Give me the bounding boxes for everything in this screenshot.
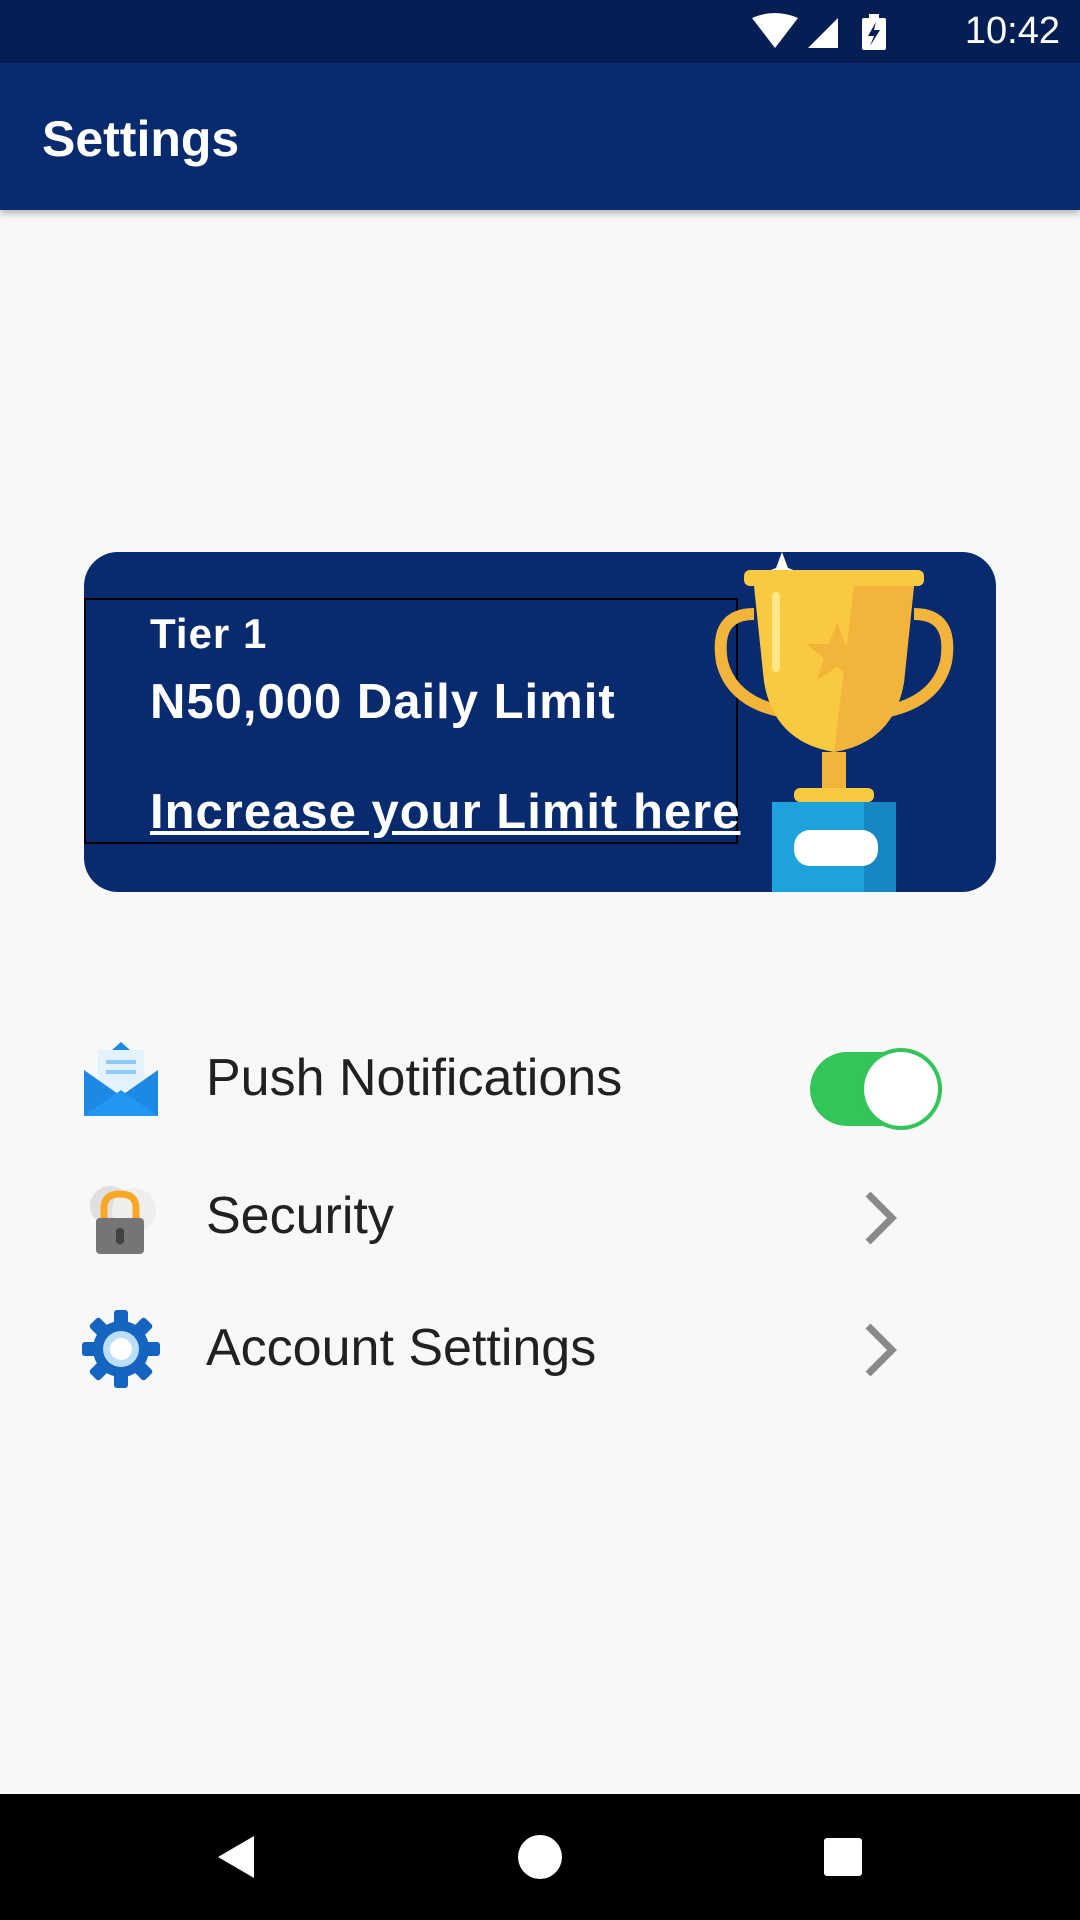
recents-icon[interactable] bbox=[818, 1832, 868, 1882]
wifi-icon bbox=[752, 13, 798, 48]
daily-limit-label: N50,000 Daily Limit bbox=[150, 675, 616, 729]
lock-cloud-icon bbox=[90, 1186, 156, 1254]
tier-banner[interactable]: Tier 1 N50,000 Daily Limit Increase your… bbox=[84, 552, 996, 892]
settings-row-security[interactable]: Security bbox=[0, 1158, 1080, 1268]
page-title: Settings bbox=[42, 111, 240, 167]
trophy-icon bbox=[714, 552, 954, 892]
app-bar: Settings bbox=[0, 63, 1080, 210]
push-notifications-toggle[interactable] bbox=[810, 1048, 942, 1130]
push-notifications-label: Push Notifications bbox=[206, 1049, 623, 1107]
increase-limit-link[interactable]: Increase your Limit here bbox=[150, 784, 740, 840]
settings-row-push-notifications[interactable]: Push Notifications bbox=[0, 1020, 1080, 1130]
security-label: Security bbox=[206, 1187, 394, 1245]
status-time: 10:42 bbox=[964, 10, 1060, 52]
tier-label: Tier 1 bbox=[150, 610, 268, 657]
navigation-bar bbox=[0, 1794, 1080, 1920]
status-bar: 10:42 bbox=[0, 0, 1080, 63]
battery-charging-icon bbox=[862, 14, 886, 50]
envelope-icon bbox=[84, 1042, 158, 1116]
toggle-knob bbox=[864, 1052, 938, 1126]
gear-icon bbox=[82, 1310, 160, 1388]
status-icons bbox=[752, 13, 886, 50]
chevron-right-icon[interactable] bbox=[860, 1188, 900, 1248]
settings-row-account-settings[interactable]: Account Settings bbox=[0, 1290, 1080, 1400]
chevron-right-icon[interactable] bbox=[860, 1320, 900, 1380]
back-icon[interactable] bbox=[212, 1832, 262, 1882]
account-settings-label: Account Settings bbox=[206, 1319, 597, 1377]
home-icon[interactable] bbox=[515, 1832, 565, 1882]
signal-icon bbox=[808, 18, 838, 48]
